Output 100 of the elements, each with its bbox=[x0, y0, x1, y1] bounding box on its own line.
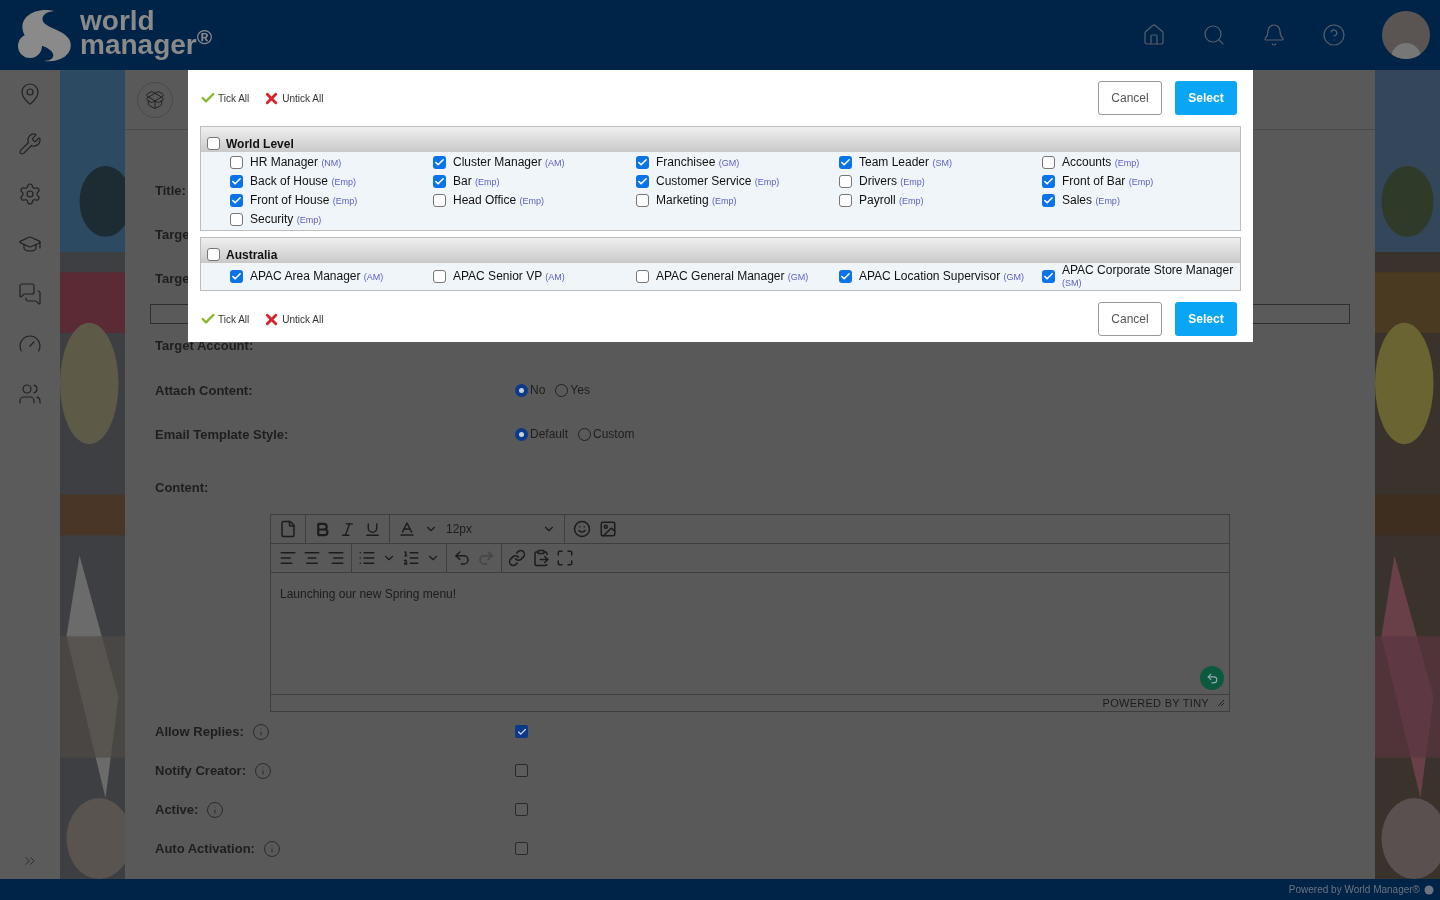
tick-all-button[interactable]: Tick All bbox=[200, 90, 250, 106]
resize-handle-icon[interactable] bbox=[1217, 699, 1225, 707]
radio-label: Custom bbox=[593, 426, 635, 443]
field-label: Notify Creator: bbox=[155, 761, 246, 780]
role-checkbox[interactable] bbox=[433, 156, 446, 169]
checkbox[interactable] bbox=[515, 842, 528, 855]
search-icon[interactable] bbox=[1202, 23, 1226, 47]
help-icon[interactable] bbox=[1322, 23, 1346, 47]
field-label: Active: bbox=[155, 800, 199, 819]
role-checkbox[interactable] bbox=[636, 175, 649, 188]
role-checkbox[interactable] bbox=[839, 194, 852, 207]
role-checkbox[interactable] bbox=[230, 175, 243, 188]
align-left-icon[interactable] bbox=[279, 549, 297, 567]
group-title: World Level bbox=[226, 138, 294, 150]
link-icon[interactable] bbox=[508, 549, 526, 567]
role-label: HR Manager (NM) bbox=[250, 156, 342, 169]
radio-button[interactable] bbox=[515, 383, 528, 397]
role-checkbox[interactable] bbox=[433, 194, 446, 207]
role-label: APAC General Manager (GM) bbox=[656, 270, 809, 283]
bullet-list-icon[interactable] bbox=[358, 549, 376, 567]
field-label: Title: bbox=[155, 182, 186, 201]
radio-button[interactable] bbox=[515, 427, 528, 441]
home-icon[interactable] bbox=[1142, 23, 1166, 47]
field-label: Content: bbox=[155, 479, 209, 498]
footer-text: Powered by World Manager® bbox=[1288, 883, 1420, 897]
field-label: Target Account: bbox=[155, 337, 254, 356]
fullscreen-icon[interactable] bbox=[556, 549, 574, 567]
untick-all-button[interactable]: Untick All bbox=[263, 89, 324, 107]
radio-label: Default bbox=[530, 426, 569, 443]
numbered-list-icon[interactable] bbox=[402, 549, 420, 567]
role-checkbox[interactable] bbox=[1042, 175, 1055, 188]
role-checkbox[interactable] bbox=[230, 213, 243, 226]
group-checkbox[interactable] bbox=[207, 248, 220, 261]
role-label: Front of House (Emp) bbox=[250, 194, 358, 207]
align-center-icon[interactable] bbox=[303, 549, 321, 567]
role-checkbox[interactable] bbox=[636, 270, 649, 283]
settings-icon[interactable] bbox=[18, 182, 42, 206]
checkbox[interactable] bbox=[515, 803, 528, 816]
role-label: Payroll (Emp) bbox=[859, 194, 924, 207]
cancel-button[interactable]: Cancel bbox=[1098, 81, 1162, 115]
logo-icon bbox=[16, 8, 74, 62]
role-checkbox[interactable] bbox=[230, 270, 243, 283]
untick-all-button[interactable]: Untick All bbox=[263, 310, 324, 328]
powered-by-text: POWERED BY TINY bbox=[1102, 695, 1209, 711]
undo-icon[interactable] bbox=[453, 549, 471, 567]
role-checkbox[interactable] bbox=[839, 270, 852, 283]
role-checkbox[interactable] bbox=[230, 156, 243, 169]
checkbox[interactable] bbox=[515, 764, 528, 777]
text-color-icon[interactable] bbox=[398, 520, 416, 538]
role-label: Customer Service (Emp) bbox=[656, 175, 780, 188]
tick-all-button[interactable]: Tick All bbox=[200, 311, 250, 327]
role-label: Cluster Manager (AM) bbox=[453, 156, 565, 169]
checkbox[interactable] bbox=[515, 725, 528, 738]
image-icon[interactable] bbox=[599, 520, 617, 538]
role-checkbox[interactable] bbox=[433, 270, 446, 283]
align-right-icon[interactable] bbox=[327, 549, 345, 567]
role-label: APAC Location Supervisor (GM) bbox=[859, 270, 1025, 283]
avatar[interactable] bbox=[1382, 11, 1430, 59]
role-checkbox[interactable] bbox=[230, 194, 243, 207]
role-checkbox[interactable] bbox=[636, 194, 649, 207]
role-checkbox[interactable] bbox=[1042, 194, 1055, 207]
people-icon[interactable] bbox=[18, 382, 42, 406]
field-label: Attach Content: bbox=[155, 383, 253, 398]
field-label: Email Template Style: bbox=[155, 427, 289, 442]
group-checkbox[interactable] bbox=[207, 137, 220, 150]
info-icon[interactable] bbox=[206, 800, 225, 819]
notifications-icon[interactable] bbox=[1262, 23, 1286, 47]
radio-button[interactable] bbox=[578, 427, 592, 441]
info-icon[interactable] bbox=[262, 839, 281, 858]
role-checkbox[interactable] bbox=[839, 156, 852, 169]
role-label: Franchisee (GM) bbox=[656, 156, 740, 169]
role-label: Drivers (Emp) bbox=[859, 175, 925, 188]
role-label: Security (Emp) bbox=[250, 213, 322, 226]
new-document-icon[interactable] bbox=[279, 520, 297, 538]
chat-icon[interactable] bbox=[18, 282, 42, 306]
role-label: Head Office (Emp) bbox=[453, 194, 544, 207]
italic-icon[interactable] bbox=[339, 520, 356, 538]
role-label: Bar (Emp) bbox=[453, 175, 500, 188]
role-label: Accounts (Emp) bbox=[1062, 156, 1140, 169]
bold-icon[interactable] bbox=[314, 520, 331, 538]
paste-icon[interactable] bbox=[532, 549, 550, 567]
role-label: Sales (Emp) bbox=[1062, 194, 1120, 207]
info-icon[interactable] bbox=[254, 761, 272, 780]
radio-label: Yes bbox=[570, 382, 590, 399]
emoji-icon[interactable] bbox=[573, 520, 591, 538]
tools-icon[interactable] bbox=[18, 132, 42, 156]
role-checkbox[interactable] bbox=[433, 175, 446, 188]
role-checkbox[interactable] bbox=[839, 175, 852, 188]
map-pin-icon[interactable] bbox=[18, 82, 42, 106]
info-icon[interactable] bbox=[251, 722, 270, 741]
role-checkbox[interactable] bbox=[1042, 270, 1055, 283]
logo-icon bbox=[1424, 884, 1434, 895]
underline-icon[interactable] bbox=[364, 520, 381, 538]
field-label: Allow Replies: bbox=[155, 722, 244, 741]
role-label: Front of Bar (Emp) bbox=[1062, 175, 1154, 188]
role-checkbox[interactable] bbox=[636, 156, 649, 169]
cancel-button[interactable]: Cancel bbox=[1098, 302, 1162, 336]
radio-button[interactable] bbox=[555, 383, 569, 397]
radio-label: No bbox=[530, 382, 546, 399]
role-checkbox[interactable] bbox=[1042, 156, 1055, 169]
